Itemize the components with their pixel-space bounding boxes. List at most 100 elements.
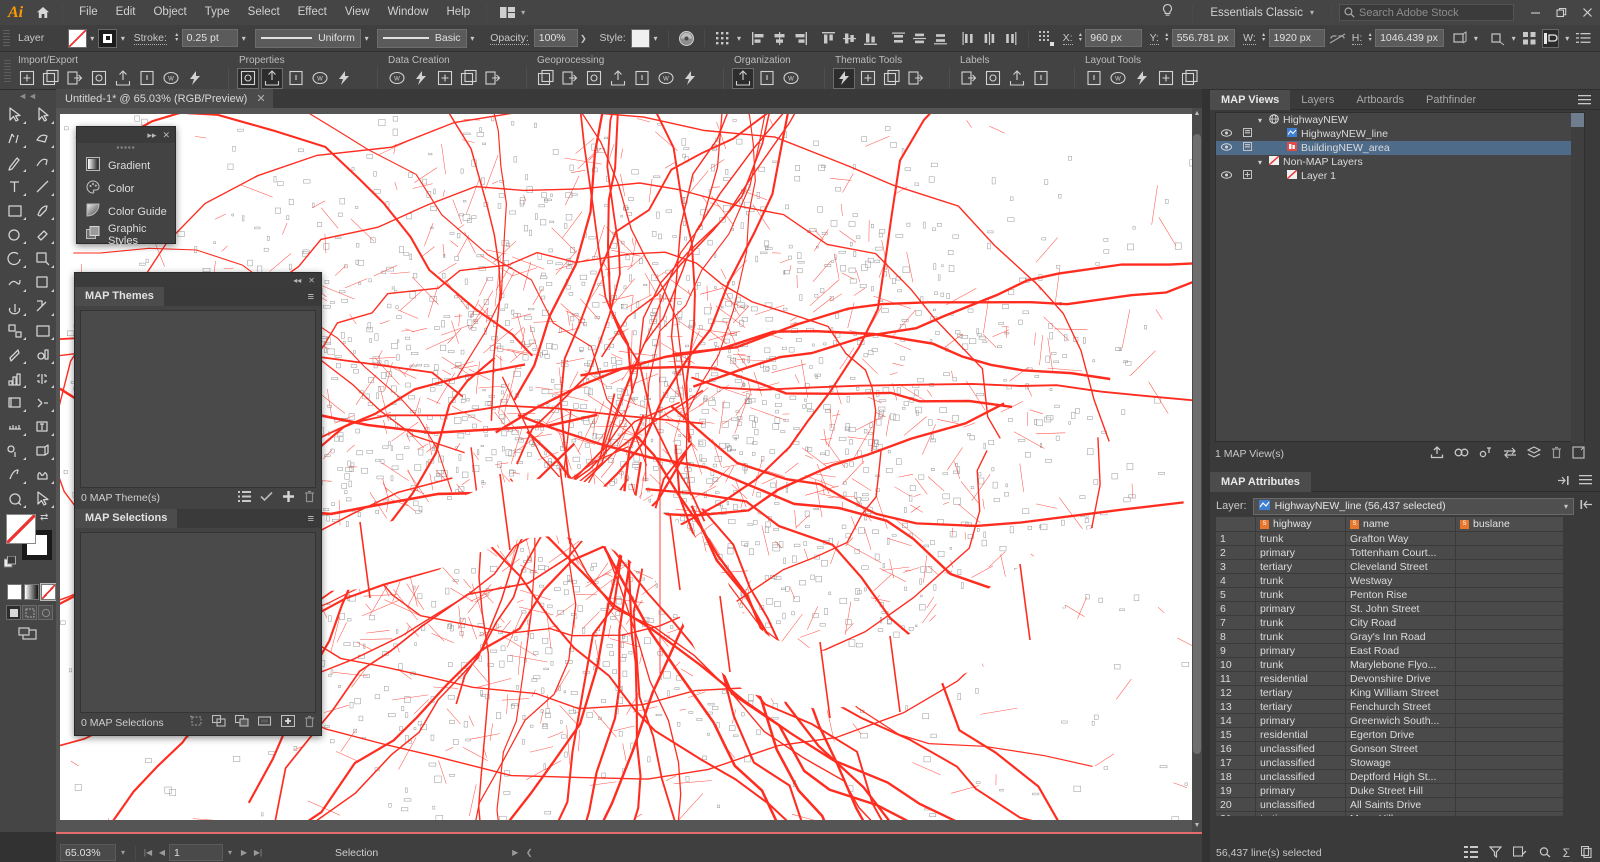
distribute-right-button[interactable] — [1002, 29, 1019, 48]
artboard-number-field[interactable]: 1 — [169, 844, 223, 861]
close-button[interactable] — [1574, 0, 1600, 25]
find-icon[interactable] — [1538, 846, 1552, 861]
layer-target-toggle[interactable] — [1236, 142, 1258, 154]
map-views-row[interactable]: BuildingNEW_area — [1216, 141, 1584, 155]
table-cell[interactable]: tertiary — [1255, 685, 1346, 700]
stroke-swatch[interactable] — [98, 28, 118, 48]
stroke-label[interactable]: Stroke: — [133, 32, 167, 45]
table-cell[interactable] — [1455, 783, 1564, 798]
puppet-warp-tool-icon[interactable] — [28, 438, 56, 462]
map-views-scrollbar[interactable] — [1571, 113, 1584, 443]
close-icon[interactable]: ✕ — [308, 276, 315, 285]
layer-select[interactable]: HighwayNEW_line (56,437 selected) ▾ — [1252, 497, 1574, 515]
map-views-scroll-thumb[interactable] — [1571, 113, 1584, 127]
visibility-toggle[interactable] — [1216, 128, 1236, 140]
table-cell[interactable]: 19 — [1215, 783, 1256, 798]
distribute-bottom-button[interactable] — [932, 29, 949, 48]
table-cell[interactable]: St. John Street — [1345, 601, 1456, 616]
grid-tool-icon[interactable] — [1083, 68, 1105, 89]
preferences-button[interactable] — [1542, 28, 1560, 48]
column-header-index[interactable] — [1215, 516, 1256, 532]
table-row[interactable]: 17 unclassified Stowage — [1215, 755, 1564, 770]
table-row[interactable]: 7 trunk City Road — [1215, 615, 1564, 630]
rectangle-tool-icon[interactable] — [0, 198, 28, 222]
arrange-documents-button[interactable]: ▾ — [494, 7, 531, 18]
place-point-icon[interactable] — [434, 68, 456, 89]
hand-tool-icon[interactable] — [0, 486, 28, 510]
scale-bar-icon[interactable] — [881, 68, 903, 89]
opacity-label[interactable]: Opacity: — [490, 32, 529, 45]
table-cell[interactable] — [1455, 671, 1564, 686]
table-cell[interactable]: primary — [1255, 643, 1346, 658]
table-cell[interactable]: 8 — [1215, 629, 1256, 644]
table-cell[interactable]: Tottenham Court... — [1345, 545, 1456, 560]
draw-normal-button[interactable] — [6, 605, 21, 620]
simplify-icon[interactable]: W — [655, 68, 677, 89]
paintbrush-tool-icon[interactable] — [28, 198, 56, 222]
menu-window[interactable]: Window — [379, 0, 438, 25]
create-grid-icon[interactable] — [458, 68, 480, 89]
table-row[interactable]: 4 trunk Westway — [1215, 573, 1564, 588]
chevron-down-icon[interactable]: ▾ — [1258, 116, 1262, 125]
table-cell[interactable] — [1455, 559, 1564, 574]
status-collapse-icon[interactable]: ❮ — [522, 844, 536, 861]
table-cell[interactable]: unclassified — [1255, 741, 1346, 756]
fill-swatch[interactable] — [67, 28, 87, 48]
tab-map-themes[interactable]: MAP Themes — [75, 287, 164, 306]
column-header-highway[interactable]: Shighway — [1255, 516, 1346, 532]
transform-reference-button[interactable] — [714, 29, 731, 48]
tab-artboards[interactable]: Artboards — [1345, 90, 1415, 110]
touch-type-tool-icon[interactable] — [0, 438, 28, 462]
spatial-join-icon[interactable] — [535, 68, 557, 89]
settings-icon[interactable] — [679, 68, 701, 89]
split-layers-icon[interactable]: W — [780, 68, 802, 89]
last-artboard-button[interactable]: ▶| — [251, 844, 265, 861]
table-cell[interactable]: Duke Street Hill — [1345, 783, 1456, 798]
export-view-icon[interactable] — [1430, 446, 1444, 462]
swap-fill-stroke-icon[interactable]: ⇄ — [40, 512, 48, 523]
transform-rotate-button[interactable] — [1451, 29, 1468, 48]
edit-record-icon[interactable] — [1512, 845, 1527, 861]
artboard-tool-icon[interactable] — [0, 390, 28, 414]
table-cell[interactable]: 1 — [1215, 531, 1256, 546]
menu-type[interactable]: Type — [196, 0, 239, 25]
stock-search-input[interactable]: Search Adobe Stock — [1339, 4, 1514, 21]
align-bottom-button[interactable] — [862, 29, 879, 48]
table-cell[interactable]: trunk — [1255, 573, 1346, 588]
align-options-chevron-icon[interactable]: ▾ — [733, 29, 745, 48]
first-artboard-button[interactable]: |◀ — [141, 844, 155, 861]
layer-target-toggle[interactable] — [1236, 128, 1258, 140]
table-row[interactable]: 2 primary Tottenham Court... — [1215, 545, 1564, 560]
select-by-attribute-icon[interactable] — [189, 715, 203, 730]
help-search-button[interactable] — [1150, 4, 1185, 21]
table-cell[interactable]: 16 — [1215, 741, 1256, 756]
table-cell[interactable] — [1455, 755, 1564, 770]
recolor-artwork-button[interactable] — [678, 29, 695, 48]
menu-edit[interactable]: Edit — [107, 0, 145, 25]
stroke-weight-stepper[interactable]: ▴ ▾ — [172, 29, 182, 47]
tab-pathfinder[interactable]: Pathfinder — [1415, 90, 1487, 110]
default-fill-stroke-icon[interactable] — [3, 555, 17, 572]
previous-artboard-button[interactable]: ◀ — [155, 844, 169, 861]
map-views-row[interactable]: HighwayNEW_line — [1216, 127, 1584, 141]
fill-swatch-none[interactable] — [6, 514, 36, 544]
table-row[interactable]: 11 residential Devonshire Drive — [1215, 671, 1564, 686]
color-mode-button[interactable] — [7, 584, 22, 600]
zoom-level-field[interactable]: 65.03% — [60, 844, 116, 861]
perspective-grid-tool-icon[interactable] — [28, 294, 56, 318]
align-left-button[interactable] — [750, 29, 767, 48]
table-cell[interactable] — [1455, 587, 1564, 602]
attributes-table-wrapper[interactable]: Shighway Sname Sbuslane 1 trunk Grafton Way 2… — [1215, 516, 1595, 816]
stroke-weight-chevron-icon[interactable]: ▾ — [238, 29, 250, 48]
table-cell[interactable] — [1455, 629, 1564, 644]
table-row[interactable]: 10 trunk Marylebone Flyo... — [1215, 657, 1564, 672]
select-intersect-icon[interactable] — [211, 714, 226, 730]
panel-menu-icon[interactable] — [1579, 475, 1592, 488]
copy-icon[interactable] — [1580, 845, 1592, 861]
table-cell[interactable] — [1455, 797, 1564, 812]
table-row[interactable]: 1 trunk Grafton Way — [1215, 531, 1564, 546]
map-views-icon[interactable] — [732, 67, 754, 89]
table-cell[interactable]: 21 — [1215, 811, 1256, 816]
style-chevron-icon[interactable]: ▾ — [650, 29, 662, 48]
web-author-icon[interactable] — [112, 68, 134, 89]
